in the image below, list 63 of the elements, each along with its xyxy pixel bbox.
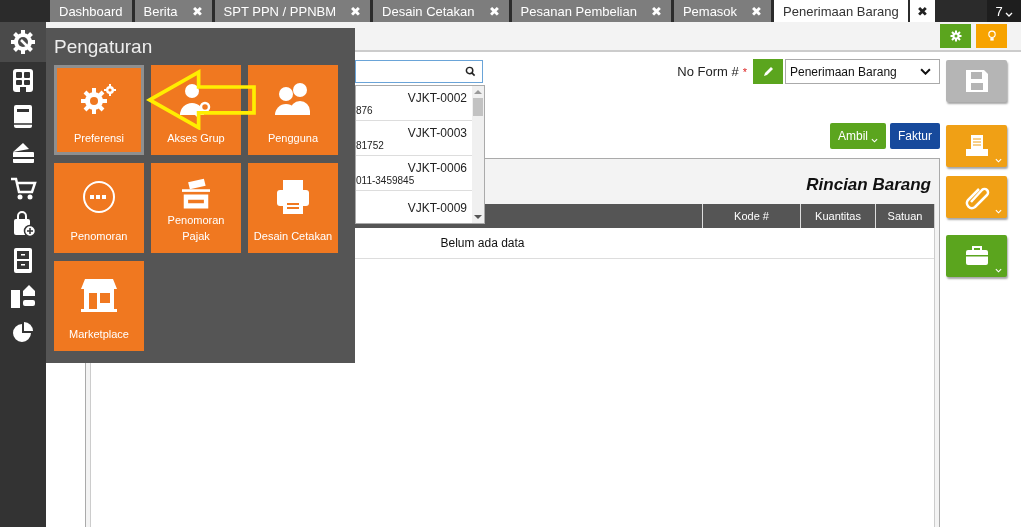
edit-button[interactable] bbox=[753, 59, 783, 84]
briefcase-button[interactable] bbox=[946, 235, 1007, 277]
buildings-icon bbox=[9, 282, 37, 310]
scroll-thumb[interactable] bbox=[473, 98, 483, 116]
result-detail: 011-3459845 bbox=[356, 174, 416, 186]
close-icon[interactable]: ✖ bbox=[650, 3, 662, 19]
column-header: Kuantitas bbox=[800, 204, 875, 228]
paperclip-button[interactable] bbox=[946, 176, 1007, 218]
tab[interactable]: Dashboard bbox=[50, 0, 132, 22]
result-code: VJKT-0003 bbox=[407, 125, 468, 140]
menu-tile[interactable]: Penomoran bbox=[54, 163, 144, 253]
result-code: VJKT-0006 bbox=[407, 160, 468, 175]
gear-icon bbox=[949, 30, 962, 42]
tab[interactable]: Pemasok ✖ bbox=[673, 0, 772, 22]
menu-tile[interactable]: Penomoran Pajak bbox=[151, 163, 241, 253]
menu-title: Pengaturan bbox=[54, 36, 154, 58]
search-field[interactable] bbox=[355, 60, 483, 83]
scroll-down-icon[interactable] bbox=[474, 215, 482, 220]
result-detail: 81752 bbox=[356, 139, 385, 151]
close-icon[interactable]: ✖ bbox=[191, 3, 203, 19]
pencil-icon bbox=[762, 65, 774, 78]
sidebar-item[interactable] bbox=[0, 22, 46, 62]
tab[interactable]: Penerimaan Barang bbox=[774, 0, 908, 22]
empty-message: Belum ada data bbox=[440, 236, 525, 250]
result-code: VJKT-0002 bbox=[407, 90, 468, 105]
printer-button[interactable] bbox=[946, 125, 1007, 167]
caret-icon bbox=[995, 158, 1002, 163]
tab[interactable]: Desain Cetakan ✖ bbox=[373, 0, 509, 22]
menu-tile[interactable]: Pengguna bbox=[248, 65, 338, 155]
form-number-label: No Form # bbox=[677, 64, 739, 79]
save-button[interactable] bbox=[946, 60, 1007, 102]
menu-tile[interactable]: Desain Cetakan bbox=[248, 163, 338, 253]
chevron-icon bbox=[920, 68, 931, 75]
menu-tile[interactable]: Preferensi bbox=[54, 65, 144, 155]
tab[interactable]: Pesanan Pembelian ✖ bbox=[511, 0, 671, 22]
result-detail: 876 bbox=[356, 104, 374, 116]
gear-icon bbox=[9, 28, 37, 56]
tab-count-button[interactable]: 7 bbox=[987, 0, 1021, 22]
column-header: Satuan bbox=[875, 204, 934, 228]
close-icon[interactable]: ✖ bbox=[350, 3, 362, 19]
close-tab-button[interactable]: ✖ bbox=[909, 0, 935, 22]
form-type-select[interactable]: Penerimaan Barang bbox=[785, 59, 940, 84]
caret-icon bbox=[871, 137, 878, 143]
lightbulb-icon bbox=[986, 30, 997, 42]
dropdown-button[interactable]: Ambil bbox=[829, 123, 886, 149]
result-code: VJKT-0009 bbox=[407, 201, 468, 215]
scroll-up-icon[interactable] bbox=[474, 89, 482, 94]
caret-icon bbox=[995, 268, 1002, 273]
settings-button[interactable] bbox=[940, 24, 971, 48]
panel-title: Rincian Barang bbox=[806, 175, 931, 195]
scrollbar[interactable] bbox=[472, 86, 484, 223]
column-header: Kode # bbox=[702, 204, 800, 228]
chevron-icon bbox=[1004, 11, 1013, 17]
search-icon bbox=[465, 66, 476, 77]
caret-icon bbox=[995, 209, 1002, 214]
tab[interactable]: Berita ✖ bbox=[134, 0, 212, 22]
lightbulb-button[interactable] bbox=[976, 24, 1007, 48]
close-icon[interactable]: ✖ bbox=[751, 3, 763, 19]
required-mark: * bbox=[742, 65, 747, 78]
menu-tile[interactable]: Marketplace bbox=[54, 261, 144, 351]
tab[interactable]: SPT PPN / PPNBM ✖ bbox=[214, 0, 371, 22]
close-icon[interactable]: ✖ bbox=[488, 3, 500, 19]
action-button[interactable]: Faktur bbox=[890, 123, 940, 149]
